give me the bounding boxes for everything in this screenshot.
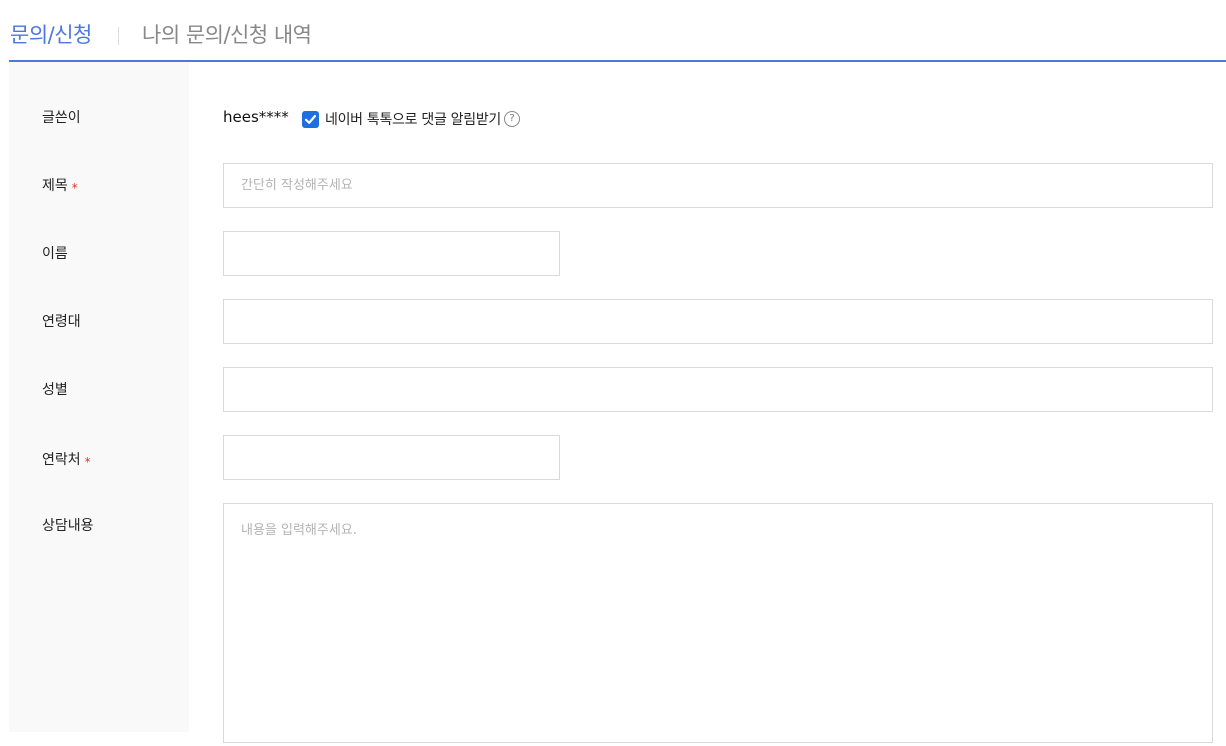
help-icon[interactable]: ? xyxy=(504,111,520,127)
contact-label-text: 연락처 xyxy=(42,452,81,468)
content-textarea[interactable] xyxy=(224,504,1212,742)
gender-input[interactable] xyxy=(224,368,1212,411)
content-field xyxy=(223,503,1213,743)
contact-input[interactable] xyxy=(224,436,559,479)
contact-label: 연락처 * xyxy=(42,450,91,470)
name-label: 이름 xyxy=(42,246,68,262)
author-value: hees**** xyxy=(223,108,289,126)
gender-label: 성별 xyxy=(42,382,68,398)
contact-field xyxy=(223,435,560,480)
tab-divider xyxy=(118,27,119,45)
title-field xyxy=(223,163,1213,208)
age-group-field xyxy=(223,299,1213,344)
author-label: 글쓴이 xyxy=(42,110,81,126)
tab-bar: 문의/신청 나의 문의/신청 내역 xyxy=(9,0,1226,62)
name-field xyxy=(223,231,560,276)
required-mark: * xyxy=(84,455,91,469)
tab-my-inquiries[interactable]: 나의 문의/신청 내역 xyxy=(142,20,312,50)
gender-field xyxy=(223,367,1213,412)
form-label-column xyxy=(9,62,189,732)
title-label-text: 제목 xyxy=(42,178,68,194)
age-group-label: 연령대 xyxy=(42,314,81,330)
title-input[interactable] xyxy=(224,164,1212,207)
age-group-input[interactable] xyxy=(224,300,1212,343)
notify-checkbox[interactable] xyxy=(302,110,319,128)
tab-inquiry[interactable]: 문의/신청 xyxy=(10,20,92,50)
notify-label: 네이버 톡톡으로 댓글 알림받기 xyxy=(325,112,501,128)
content-label: 상담내용 xyxy=(42,518,94,534)
notify-option: 네이버 톡톡으로 댓글 알림받기 ? xyxy=(302,109,520,129)
name-input[interactable] xyxy=(224,232,559,275)
title-label: 제목 * xyxy=(42,176,78,196)
required-mark: * xyxy=(71,181,78,195)
check-icon xyxy=(304,114,317,124)
